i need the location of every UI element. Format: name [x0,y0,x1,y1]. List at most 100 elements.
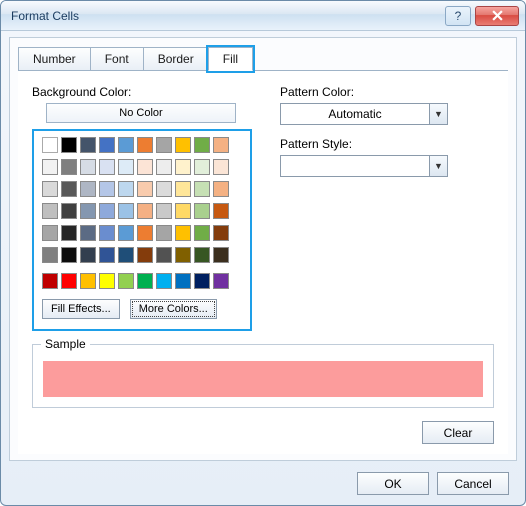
color-swatch[interactable] [175,181,191,197]
color-swatch[interactable] [156,137,172,153]
color-swatch[interactable] [175,203,191,219]
color-swatch[interactable] [137,137,153,153]
tab-font[interactable]: Font [90,47,144,71]
color-swatch[interactable] [61,247,77,263]
color-swatch[interactable] [175,137,191,153]
color-swatch[interactable] [118,247,134,263]
color-swatch[interactable] [99,273,115,289]
sample-preview [43,361,483,397]
more-colors-button[interactable]: More Colors... [130,299,217,319]
color-swatch[interactable] [175,225,191,241]
color-swatch[interactable] [42,137,58,153]
color-swatch[interactable] [61,273,77,289]
color-swatch[interactable] [137,225,153,241]
color-swatch[interactable] [156,273,172,289]
color-swatch[interactable] [175,247,191,263]
close-button[interactable] [475,6,519,26]
no-color-button[interactable]: No Color [46,103,236,123]
help-button[interactable]: ? [445,6,471,26]
color-swatch[interactable] [99,225,115,241]
color-swatch[interactable] [118,203,134,219]
color-swatch[interactable] [42,203,58,219]
pattern-color-combo[interactable]: Automatic ▼ [280,103,448,125]
color-swatch[interactable] [156,203,172,219]
color-swatch[interactable] [80,247,96,263]
color-swatch[interactable] [118,181,134,197]
pattern-style-combo[interactable]: ▼ [280,155,448,177]
tint-row [42,203,242,219]
color-swatch[interactable] [194,137,210,153]
color-swatch[interactable] [80,273,96,289]
color-swatch[interactable] [175,273,191,289]
dialog-buttons: OK Cancel [357,472,509,495]
color-swatch[interactable] [42,159,58,175]
color-swatch[interactable] [213,247,229,263]
color-swatch[interactable] [99,159,115,175]
color-swatch[interactable] [213,225,229,241]
color-swatch[interactable] [194,273,210,289]
tab-number[interactable]: Number [18,47,91,71]
color-swatch[interactable] [213,203,229,219]
chevron-down-icon: ▼ [429,104,447,124]
color-swatch[interactable] [213,137,229,153]
color-swatch[interactable] [137,273,153,289]
color-swatch[interactable] [99,137,115,153]
standard-color-row [42,273,242,289]
color-swatch[interactable] [194,159,210,175]
ok-button[interactable]: OK [357,472,429,495]
sample-group: Sample [32,344,494,408]
color-swatch[interactable] [61,225,77,241]
color-swatch[interactable] [99,203,115,219]
color-swatch[interactable] [80,137,96,153]
color-swatch[interactable] [118,273,134,289]
color-swatch[interactable] [213,273,229,289]
color-swatch[interactable] [61,203,77,219]
color-swatch[interactable] [42,247,58,263]
color-swatch[interactable] [80,181,96,197]
chevron-down-icon: ▼ [429,156,447,176]
tab-border[interactable]: Border [143,47,209,71]
color-swatch[interactable] [118,137,134,153]
color-swatch[interactable] [175,159,191,175]
color-swatch[interactable] [156,225,172,241]
tab-fill[interactable]: Fill [208,47,253,71]
color-swatch[interactable] [118,225,134,241]
titlebar: Format Cells ? [1,1,525,31]
color-swatch[interactable] [42,273,58,289]
color-swatch[interactable] [213,159,229,175]
color-swatch[interactable] [137,181,153,197]
cancel-button[interactable]: Cancel [437,472,509,495]
clear-button[interactable]: Clear [422,421,494,444]
color-swatch[interactable] [156,159,172,175]
sample-label: Sample [41,337,90,351]
color-swatch[interactable] [194,247,210,263]
color-swatch[interactable] [42,225,58,241]
color-swatch[interactable] [137,159,153,175]
titlebar-buttons: ? [445,6,519,26]
color-swatch[interactable] [213,181,229,197]
color-swatch[interactable] [137,203,153,219]
color-swatch[interactable] [156,181,172,197]
fill-panel: Background Color: No Color Fill Effects.… [18,70,508,454]
pattern-style-label: Pattern Style: [280,137,494,151]
color-swatch[interactable] [194,203,210,219]
theme-color-row [42,137,242,153]
color-swatch[interactable] [61,137,77,153]
tint-row [42,181,242,197]
color-swatch[interactable] [194,181,210,197]
tint-row [42,225,242,241]
color-swatch[interactable] [80,203,96,219]
color-swatch[interactable] [118,159,134,175]
color-swatch[interactable] [42,181,58,197]
fill-effects-button[interactable]: Fill Effects... [42,299,120,319]
color-swatch[interactable] [80,159,96,175]
color-swatch[interactable] [61,159,77,175]
tab-strip: Number Font Border Fill [10,38,516,70]
color-swatch[interactable] [99,181,115,197]
color-swatch[interactable] [156,247,172,263]
color-swatch[interactable] [99,247,115,263]
color-swatch[interactable] [80,225,96,241]
color-swatch[interactable] [61,181,77,197]
color-swatch[interactable] [137,247,153,263]
color-swatch[interactable] [194,225,210,241]
